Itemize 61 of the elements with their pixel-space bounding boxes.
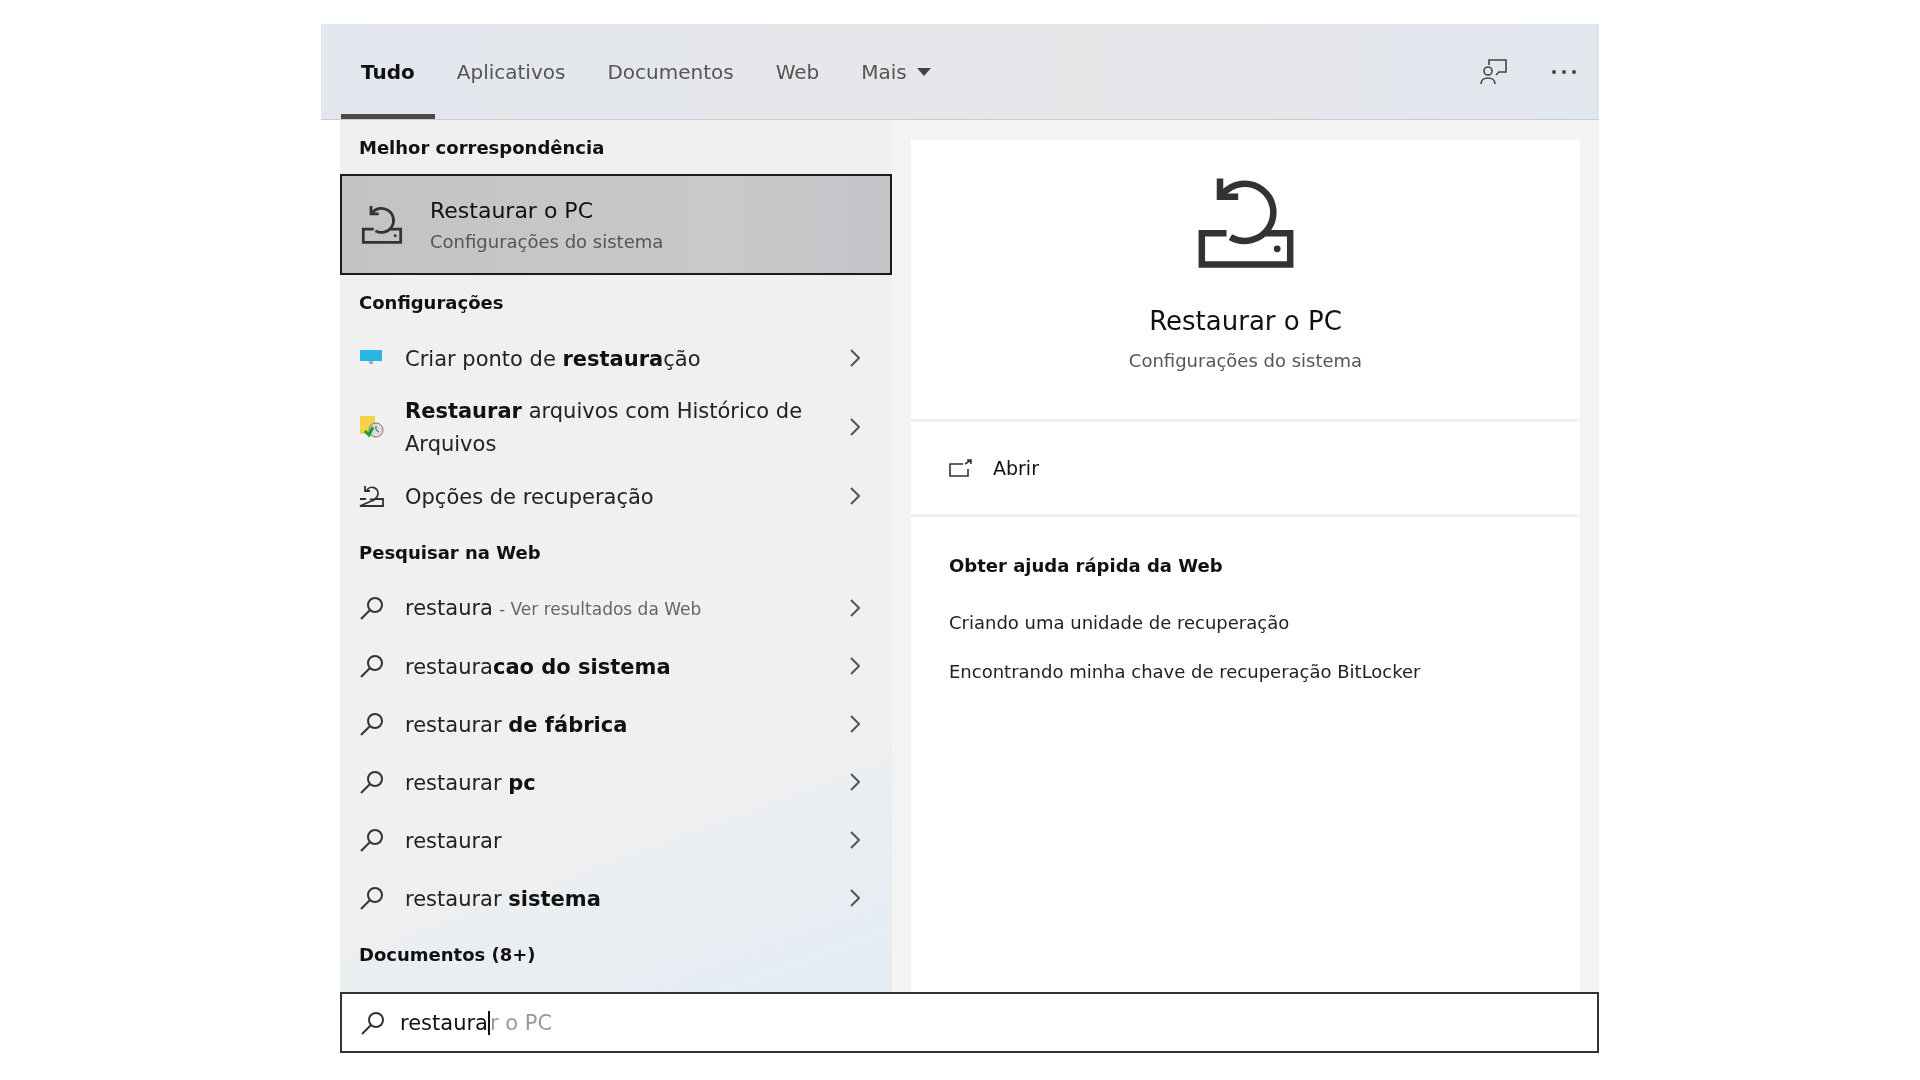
restore-icon xyxy=(360,204,404,245)
section-header: Melhor correspondência xyxy=(358,135,606,160)
search-icon xyxy=(360,1009,386,1036)
result-text: restaura xyxy=(405,596,493,620)
tab[interactable]: Aplicativos xyxy=(436,24,586,119)
chevron-icon xyxy=(850,715,860,733)
best-match-item[interactable]: Restaurar o PC Configurações do sistema xyxy=(340,174,892,275)
result-hint: - Ver resultados da Web xyxy=(498,599,702,619)
result-text: restaurar sistema xyxy=(405,886,601,911)
monitor-icon xyxy=(359,349,383,367)
chevron-icon xyxy=(850,657,860,675)
result-text: restaurar de fábrica xyxy=(405,712,628,737)
result-item[interactable]: restaurar de fábrica xyxy=(340,695,892,753)
tab[interactable]: Documentos xyxy=(587,24,754,119)
recovery-icon xyxy=(359,485,385,507)
search-icon xyxy=(359,595,385,621)
chevron-icon xyxy=(850,349,860,367)
help-link[interactable]: Criando uma unidade de recuperação xyxy=(949,597,1290,647)
tab[interactable]: Mais xyxy=(841,24,951,119)
result-subtitle: Configurações do sistema xyxy=(430,230,664,252)
chevron-icon xyxy=(850,889,860,907)
tab[interactable]: Tudo xyxy=(341,24,435,119)
chevron-icon xyxy=(850,773,860,791)
tab[interactable]: Web xyxy=(755,24,840,119)
result-item[interactable]: Restaurar arquivos com Histórico de Arquivos xyxy=(340,387,892,467)
result-item[interactable]: restaurar pc xyxy=(340,753,892,811)
result-item[interactable]: restaurar sistema xyxy=(340,869,892,927)
search-icon xyxy=(359,653,385,679)
result-text: Opções de recuperação xyxy=(405,484,654,509)
help-link[interactable]: Encontrando minha chave de recuperação BitLocker xyxy=(949,646,1421,696)
chevron-icon xyxy=(850,487,860,505)
result-text: restaurar pc xyxy=(405,770,536,795)
result-item[interactable]: Criar ponto de restauração xyxy=(340,329,892,387)
section-header: Pesquisar na Web xyxy=(358,540,542,565)
preview-title: Restaurar o PC xyxy=(1149,305,1342,336)
result-title: Restaurar o PC xyxy=(430,197,593,223)
chevron-icon xyxy=(850,831,860,849)
more-icon[interactable] xyxy=(1551,68,1577,75)
result-text: restaurar xyxy=(405,828,502,853)
result-text: Restaurar arquivos com Histórico de Arquivos xyxy=(405,399,803,456)
result-item[interactable]: restaura - Ver resultados da Web xyxy=(340,579,892,637)
chevron-icon xyxy=(850,418,860,436)
help-header: Obter ajuda rápida da Web xyxy=(949,554,1223,576)
feedback-icon[interactable] xyxy=(1479,58,1507,85)
search-icon xyxy=(359,827,385,853)
preview-subtitle: Configurações do sistema xyxy=(1128,349,1363,371)
result-item[interactable]: Opções de recuperação xyxy=(340,467,892,525)
search-field[interactable]: restaura r o PC xyxy=(340,992,1599,1053)
result-text: Criar ponto de restauração xyxy=(405,346,701,371)
open-icon xyxy=(949,458,973,477)
section-header: Configurações xyxy=(358,290,505,315)
search-icon xyxy=(359,711,385,737)
result-item[interactable]: restauracao do sistema xyxy=(340,637,892,695)
section-header: Documentos (8+) xyxy=(358,942,537,967)
search-icon xyxy=(359,769,385,795)
search-icon xyxy=(359,885,385,911)
folder-clock-icon xyxy=(359,415,385,439)
result-text: restauracao do sistema xyxy=(405,654,671,679)
result-item[interactable]: restaurar xyxy=(340,811,892,869)
chevron-icon xyxy=(850,599,860,617)
open-button[interactable]: Abrir xyxy=(949,456,1039,479)
